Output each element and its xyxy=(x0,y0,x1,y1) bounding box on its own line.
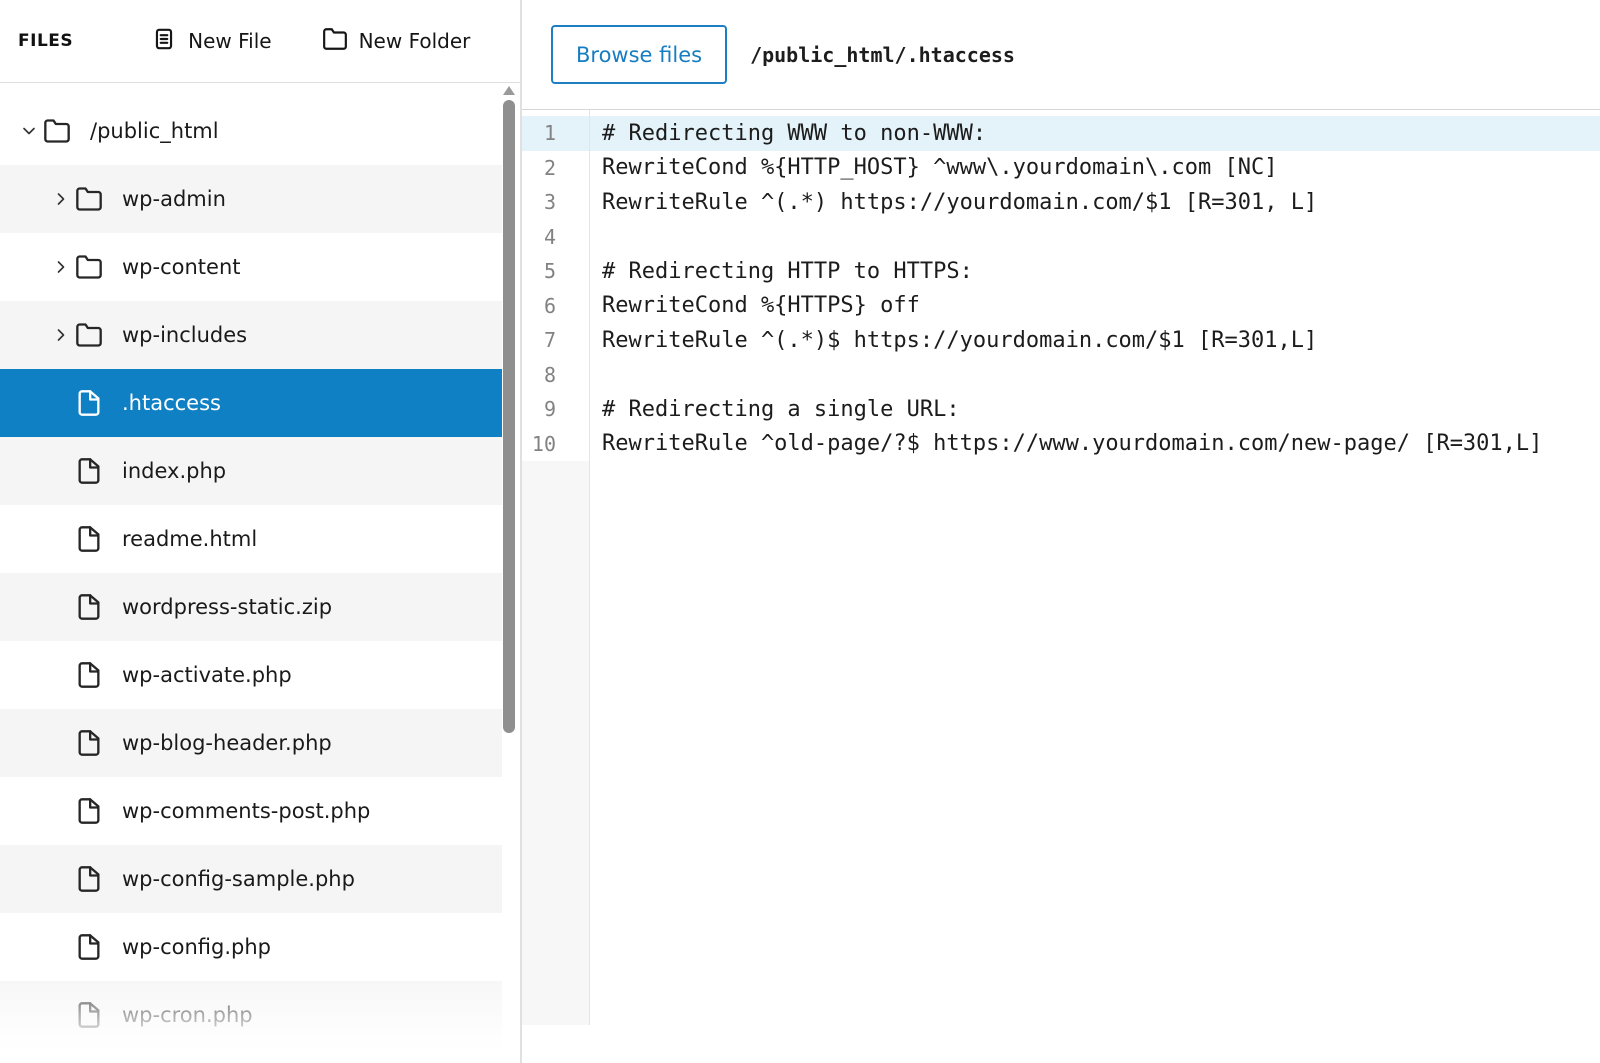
new-folder-label: New Folder xyxy=(359,29,471,53)
new-folder-button[interactable]: New Folder xyxy=(322,26,471,57)
tree-item-wp-cron-php[interactable]: wp-cron.php xyxy=(0,981,502,1049)
line-number: 8 xyxy=(522,363,589,387)
code-text: RewriteCond %{HTTPS} off xyxy=(589,293,920,318)
file-path: /public_html/.htaccess xyxy=(750,43,1015,67)
line-number: 5 xyxy=(522,259,589,283)
code-text: # Redirecting HTTP to HTTPS: xyxy=(589,259,973,284)
code-line-2[interactable]: 2RewriteCond %{HTTP_HOST} ^www\.yourdoma… xyxy=(522,151,1600,186)
sidebar-scrollbar[interactable] xyxy=(502,0,516,1063)
file-icon xyxy=(74,1000,104,1030)
code-text: RewriteRule ^(.*)$ https://yourdomain.co… xyxy=(589,328,1317,353)
folder-icon xyxy=(42,116,72,146)
new-file-label: New File xyxy=(188,29,271,53)
file-icon xyxy=(74,456,104,486)
tree-item-label: /public_html xyxy=(90,119,219,143)
tree-item-readme-html[interactable]: readme.html xyxy=(0,505,502,573)
line-number: 2 xyxy=(522,156,589,180)
line-number: 3 xyxy=(522,190,589,214)
chevron-down-icon[interactable] xyxy=(16,118,42,144)
folder-icon xyxy=(74,320,104,350)
line-number: 4 xyxy=(522,225,589,249)
file-icon xyxy=(74,728,104,758)
code-line-6[interactable]: 6RewriteCond %{HTTPS} off xyxy=(522,289,1600,324)
code-line-4[interactable]: 4 xyxy=(522,220,1600,255)
tree-item-wp-blog-header-php[interactable]: wp-blog-header.php xyxy=(0,709,502,777)
gutter-filler xyxy=(522,461,589,1025)
file-tree: /public_html wp-admin wp-content wp-include… xyxy=(0,83,520,1049)
code-line-3[interactable]: 3RewriteRule ^(.*) https://yourdomain.co… xyxy=(522,185,1600,220)
file-icon xyxy=(74,592,104,622)
file-icon xyxy=(74,932,104,962)
browse-files-button[interactable]: Browse files xyxy=(551,25,727,84)
chevron-right-icon[interactable] xyxy=(48,254,74,280)
code-text: RewriteCond %{HTTP_HOST} ^www\.yourdomai… xyxy=(589,155,1278,180)
tree-item-label: wp-config.php xyxy=(122,935,271,959)
code-line-8[interactable]: 8 xyxy=(522,358,1600,393)
code-line-5[interactable]: 5# Redirecting HTTP to HTTPS: xyxy=(522,254,1600,289)
line-number: 6 xyxy=(522,294,589,318)
file-icon xyxy=(74,660,104,690)
file-icon xyxy=(74,796,104,826)
folder-icon xyxy=(322,26,348,57)
folder-icon xyxy=(74,184,104,214)
line-number: 1 xyxy=(522,121,589,145)
tree-item-public-html[interactable]: /public_html xyxy=(0,97,502,165)
file-sidebar: FILES New File New Folder /public_htmlwp… xyxy=(0,0,522,1063)
tree-item-wp-config-php[interactable]: wp-config.php xyxy=(0,913,502,981)
scrollbar-thumb[interactable] xyxy=(503,100,515,733)
tree-item-label: .htaccess xyxy=(122,391,221,415)
code-line-10[interactable]: 10RewriteRule ^old-page/?$ https://www.y… xyxy=(522,427,1600,462)
tree-item-wp-content[interactable]: wp-content xyxy=(0,233,502,301)
tree-item-wordpress-static-zip[interactable]: wordpress-static.zip xyxy=(0,573,502,641)
files-title: FILES xyxy=(18,31,73,51)
tree-item-label: wp-cron.php xyxy=(122,1003,253,1027)
code-line-9[interactable]: 9# Redirecting a single URL: xyxy=(522,392,1600,427)
folder-icon xyxy=(74,252,104,282)
file-text-icon xyxy=(151,26,177,57)
tree-item-wp-config-sample-php[interactable]: wp-config-sample.php xyxy=(0,845,502,913)
code-text: RewriteRule ^(.*) https://yourdomain.com… xyxy=(589,190,1317,215)
tree-item-htaccess[interactable]: .htaccess xyxy=(0,369,502,437)
line-number: 9 xyxy=(522,397,589,421)
tree-item-wp-activate-php[interactable]: wp-activate.php xyxy=(0,641,502,709)
tree-item-label: wp-blog-header.php xyxy=(122,731,332,755)
tree-item-label: wp-admin xyxy=(122,187,226,211)
code-text: RewriteRule ^old-page/?$ https://www.you… xyxy=(589,431,1542,456)
file-icon xyxy=(74,524,104,554)
arrow-up-icon[interactable] xyxy=(503,86,515,95)
main-panel: Browse files /public_html/.htaccess 1# R… xyxy=(522,0,1600,1063)
tree-item-index-php[interactable]: index.php xyxy=(0,437,502,505)
tree-item-label: wp-config-sample.php xyxy=(122,867,355,891)
tree-item-label: index.php xyxy=(122,459,226,483)
sidebar-header: FILES New File New Folder xyxy=(0,0,520,83)
chevron-right-icon[interactable] xyxy=(48,186,74,212)
editor-lines: 1# Redirecting WWW to non-WWW:2RewriteCo… xyxy=(522,110,1600,461)
tree-item-label: readme.html xyxy=(122,527,257,551)
new-file-button[interactable]: New File xyxy=(151,26,271,57)
code-editor[interactable]: 1# Redirecting WWW to non-WWW:2RewriteCo… xyxy=(522,110,1600,1063)
tree-item-label: wp-includes xyxy=(122,323,247,347)
code-line-7[interactable]: 7RewriteRule ^(.*)$ https://yourdomain.c… xyxy=(522,323,1600,358)
code-text: # Redirecting a single URL: xyxy=(589,397,960,422)
tree-item-label: wp-activate.php xyxy=(122,663,292,687)
tree-item-wp-comments-post-php[interactable]: wp-comments-post.php xyxy=(0,777,502,845)
tree-item-wp-admin[interactable]: wp-admin xyxy=(0,165,502,233)
tree-item-label: wp-comments-post.php xyxy=(122,799,370,823)
tree-item-wp-includes[interactable]: wp-includes xyxy=(0,301,502,369)
file-icon xyxy=(74,388,104,418)
code-line-1[interactable]: 1# Redirecting WWW to non-WWW: xyxy=(522,116,1600,151)
line-number: 7 xyxy=(522,328,589,352)
editor-header: Browse files /public_html/.htaccess xyxy=(522,0,1600,110)
tree-item-label: wordpress-static.zip xyxy=(122,595,332,619)
file-icon xyxy=(74,864,104,894)
gutter-divider xyxy=(589,110,590,1025)
code-text: # Redirecting WWW to non-WWW: xyxy=(589,121,986,146)
line-number: 10 xyxy=(522,432,589,456)
tree-item-label: wp-content xyxy=(122,255,240,279)
chevron-right-icon[interactable] xyxy=(48,322,74,348)
